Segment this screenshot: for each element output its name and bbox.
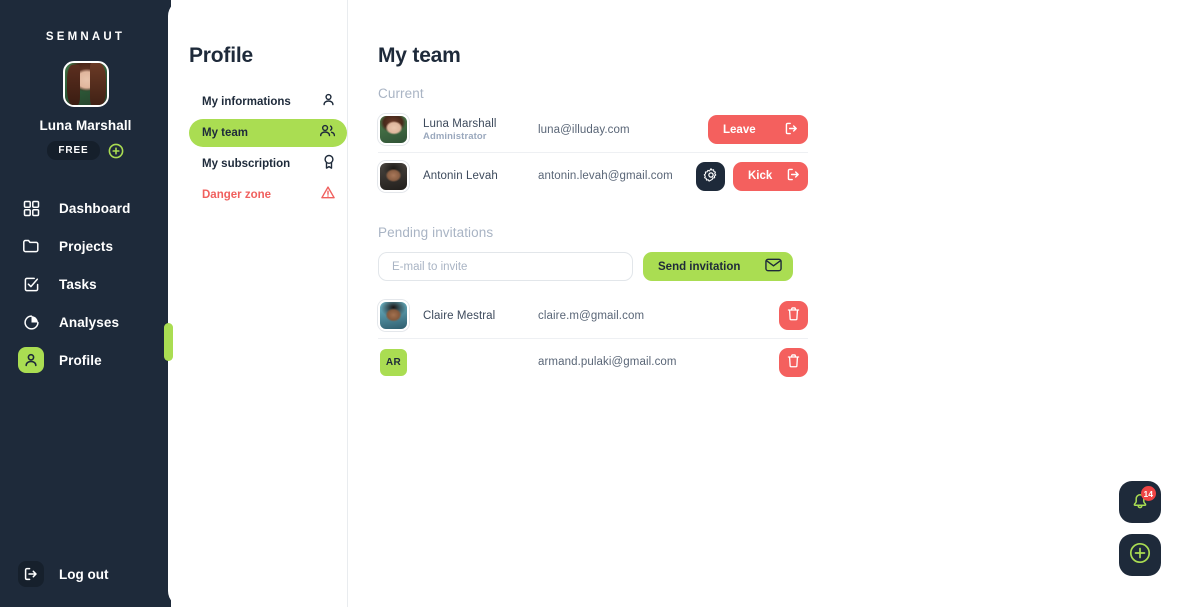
content-panel: Profile My informations My team My subsc… [164, 0, 1189, 607]
subnav-item-danger-zone[interactable]: Danger zone [189, 181, 347, 209]
app-root: SEMNAUT Luna Marshall FREE Dashboard Pro… [0, 0, 1189, 607]
row-actions [779, 301, 808, 330]
table-row: Luna Marshall Administrator luna@illuday… [378, 107, 808, 153]
pending-section-label: Pending invitations [378, 225, 494, 240]
sidebar-item-tasks[interactable]: Tasks [18, 269, 171, 299]
sidebar-item-label: Tasks [59, 276, 97, 292]
sidebar-item-label: Projects [59, 238, 114, 254]
pending-invitations-list: Claire Mestral claire.m@gmail.com AR arm… [378, 293, 808, 385]
member-identity: Claire Mestral [409, 310, 538, 322]
member-name: Luna Marshall [423, 117, 497, 130]
panel-accent-tab [164, 323, 173, 361]
delete-invitation-button[interactable] [779, 347, 808, 377]
notifications-button[interactable]: 14 [1119, 481, 1161, 523]
plus-circle-icon[interactable] [108, 143, 124, 159]
avatar: AR [378, 346, 409, 378]
current-section-label: Current [378, 86, 424, 101]
brand-logo: SEMNAUT [45, 31, 126, 43]
subnav-item-label: Danger zone [202, 189, 272, 201]
plan-badge: FREE [47, 141, 100, 160]
avatar [378, 160, 409, 192]
main-sidebar: SEMNAUT Luna Marshall FREE Dashboard Pro… [0, 0, 171, 607]
leave-button[interactable]: Leave [708, 115, 808, 144]
gear-icon [703, 167, 719, 186]
plus-circle-icon [1128, 541, 1152, 570]
logout-icon [786, 167, 801, 185]
add-button[interactable] [1119, 534, 1161, 576]
trash-icon [786, 306, 801, 325]
invite-email-input[interactable] [378, 252, 633, 281]
grid-icon [18, 195, 44, 221]
member-settings-button[interactable] [696, 161, 725, 191]
plan-row: FREE [47, 141, 124, 160]
table-row: Antonin Levah antonin.levah@gmail.com Ki… [378, 153, 808, 199]
member-name: Antonin Levah [423, 170, 498, 182]
envelope-icon [765, 258, 782, 275]
user-icon [321, 92, 336, 112]
avatar[interactable] [62, 61, 109, 107]
member-email: luna@illuday.com [538, 123, 630, 136]
avatar [378, 114, 409, 145]
invite-row: Send invitation [378, 252, 808, 281]
table-row: AR armand.pulaki@gmail.com [378, 339, 808, 385]
current-members-list: Luna Marshall Administrator luna@illuday… [378, 107, 808, 199]
avatar-detail-left [66, 65, 80, 105]
notification-badge: 14 [1140, 486, 1156, 501]
member-email: armand.pulaki@gmail.com [538, 356, 677, 368]
checkbox-icon [18, 271, 44, 297]
profile-subnav: Profile My informations My team My subsc… [189, 0, 347, 209]
row-actions [779, 347, 808, 377]
panel-divider [347, 0, 348, 607]
subnav-item-my-team[interactable]: My team [189, 119, 347, 147]
user-icon [18, 347, 44, 373]
subnav-item-label: My informations [202, 96, 291, 108]
send-invitation-button[interactable]: Send invitation [643, 252, 793, 281]
award-icon [322, 154, 336, 175]
page-title: Profile [189, 44, 253, 67]
delete-invitation-button[interactable] [779, 301, 808, 330]
warning-triangle-icon [320, 185, 336, 205]
section-title: My team [378, 44, 461, 67]
row-actions: Leave [708, 115, 808, 144]
kick-button[interactable]: Kick [733, 161, 808, 191]
pie-chart-icon [18, 309, 44, 335]
sidebar-item-label: Profile [59, 352, 102, 368]
sidebar-item-label: Dashboard [59, 200, 131, 216]
avatar-detail-right [89, 63, 106, 105]
logout-icon [784, 121, 799, 139]
subnav-item-label: My team [202, 127, 249, 139]
member-name: Claire Mestral [423, 309, 496, 322]
sidebar-item-profile[interactable]: Profile [18, 345, 171, 375]
member-identity: Antonin Levah [409, 170, 538, 182]
subnav-item-label: My subscription [202, 158, 291, 170]
member-role: Administrator [423, 130, 487, 142]
leave-button-label: Leave [723, 123, 756, 136]
subnav-item-my-informations[interactable]: My informations [189, 88, 347, 116]
sidebar-item-analyses[interactable]: Analyses [18, 307, 171, 337]
member-identity: Luna Marshall Administrator [409, 118, 538, 142]
users-icon [319, 123, 336, 143]
member-email: claire.m@gmail.com [538, 309, 645, 322]
team-content: My team Current Luna Marshall Administra… [378, 0, 808, 385]
sidebar-item-label: Analyses [59, 314, 120, 330]
subnav-item-my-subscription[interactable]: My subscription [189, 150, 347, 178]
sidebar-item-projects[interactable]: Projects [18, 231, 171, 261]
member-email: antonin.levah@gmail.com [538, 170, 673, 182]
send-invitation-label: Send invitation [658, 260, 741, 273]
logout-icon [18, 561, 44, 587]
sidebar-nav: Dashboard Projects Tasks Analyses Profil… [0, 193, 171, 375]
kick-button-label: Kick [748, 170, 773, 182]
trash-icon [786, 353, 801, 372]
logout-button[interactable]: Log out [18, 561, 108, 587]
sidebar-user-name: Luna Marshall [39, 118, 132, 133]
folder-icon [18, 233, 44, 259]
row-actions: Kick [696, 161, 808, 191]
logout-label: Log out [59, 566, 109, 582]
sidebar-item-dashboard[interactable]: Dashboard [18, 193, 171, 223]
avatar [378, 300, 409, 331]
table-row: Claire Mestral claire.m@gmail.com [378, 293, 808, 339]
subnav-list: My informations My team My subscription … [189, 88, 347, 209]
